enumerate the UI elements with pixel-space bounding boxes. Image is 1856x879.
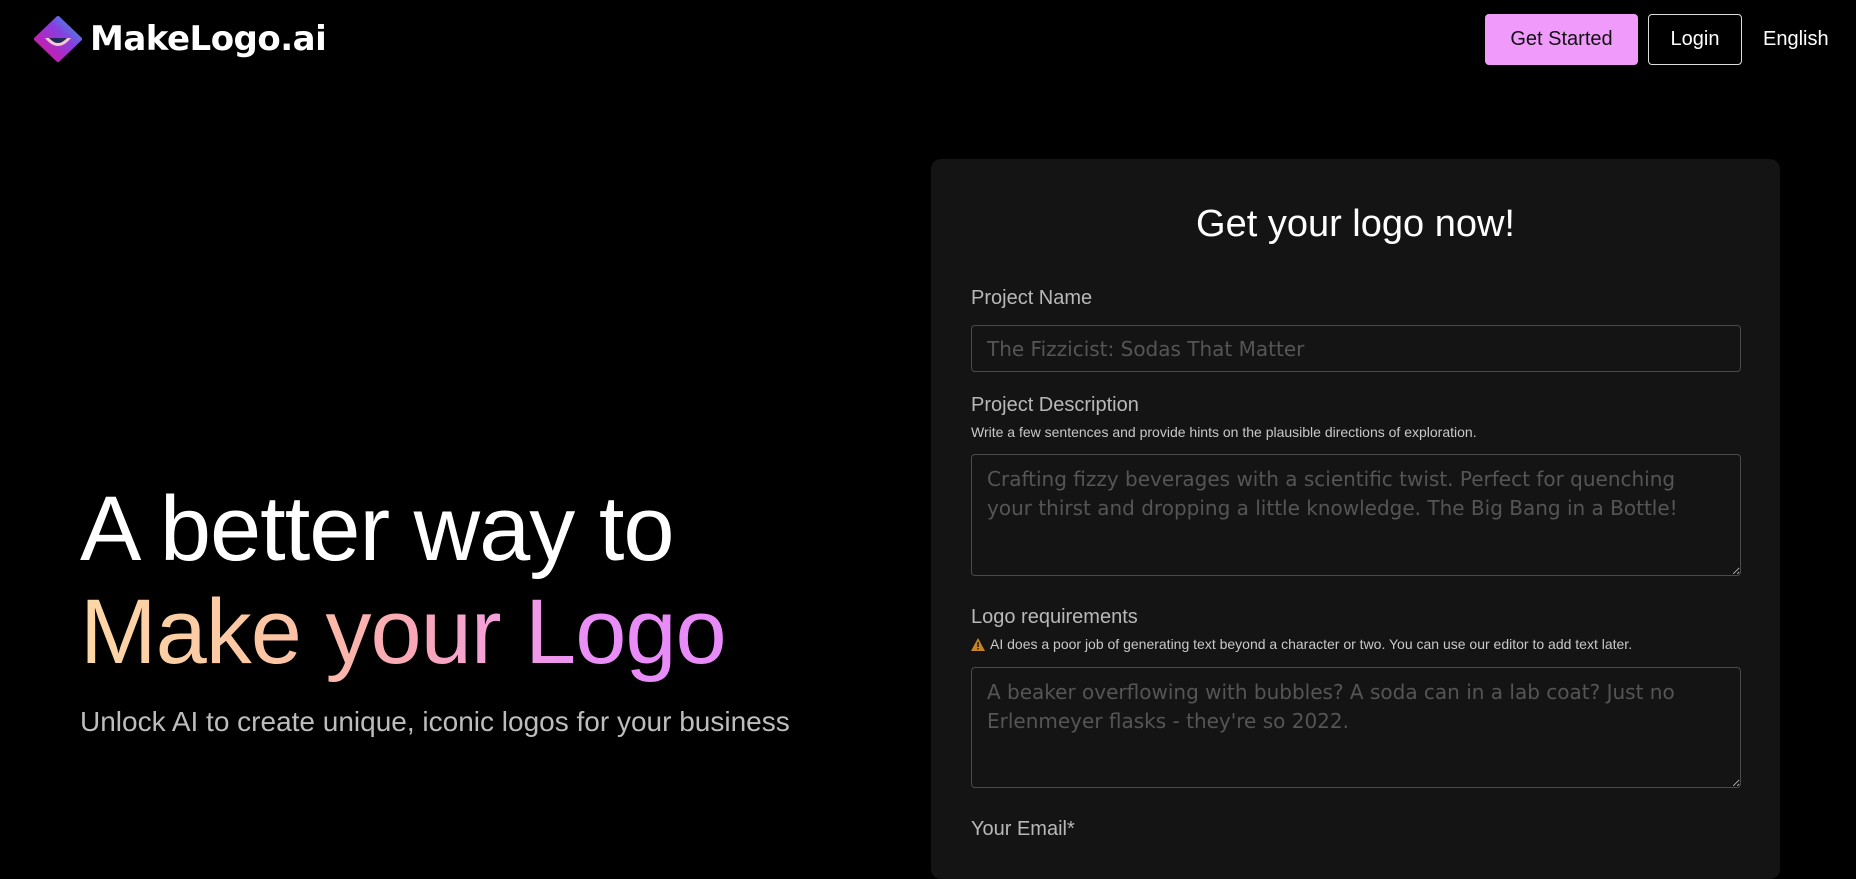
project-description-textarea[interactable]	[971, 454, 1741, 576]
hero-title: A better way to Make your Logo	[80, 478, 790, 684]
brand-name: MakeLogo.ai	[90, 19, 327, 59]
project-name-input[interactable]	[971, 325, 1741, 372]
login-button[interactable]: Login	[1648, 14, 1742, 65]
project-description-hint: Write a few sentences and provide hints …	[971, 424, 1477, 440]
form-title: Get your logo now!	[1196, 203, 1515, 245]
get-started-button[interactable]: Get Started	[1485, 14, 1638, 65]
logo-requirements-label: Logo requirements	[971, 606, 1138, 628]
hero-title-line2: Make your Logo	[80, 581, 727, 683]
logo-requirements-warning: AI does a poor job of generating text be…	[971, 636, 1632, 652]
hero-subtitle: Unlock AI to create unique, iconic logos…	[80, 706, 790, 737]
logo-eye-icon	[34, 16, 82, 62]
project-name-label: Project Name	[971, 287, 1093, 309]
language-selector[interactable]: English	[1763, 28, 1829, 51]
hero: A better way to Make your Logo Unlock AI…	[80, 478, 790, 738]
project-description-label: Project Description	[971, 394, 1139, 416]
warning-triangle-icon	[971, 637, 985, 651]
logo-request-form: Get your logo now! Project Name Project …	[931, 159, 1780, 879]
warning-text: AI does a poor job of generating text be…	[990, 636, 1633, 652]
brand-logo[interactable]: MakeLogo.ai	[34, 16, 327, 62]
logo-requirements-textarea[interactable]	[971, 667, 1741, 788]
hero-title-line1: A better way to	[80, 478, 675, 580]
email-label: Your Email*	[971, 818, 1075, 840]
